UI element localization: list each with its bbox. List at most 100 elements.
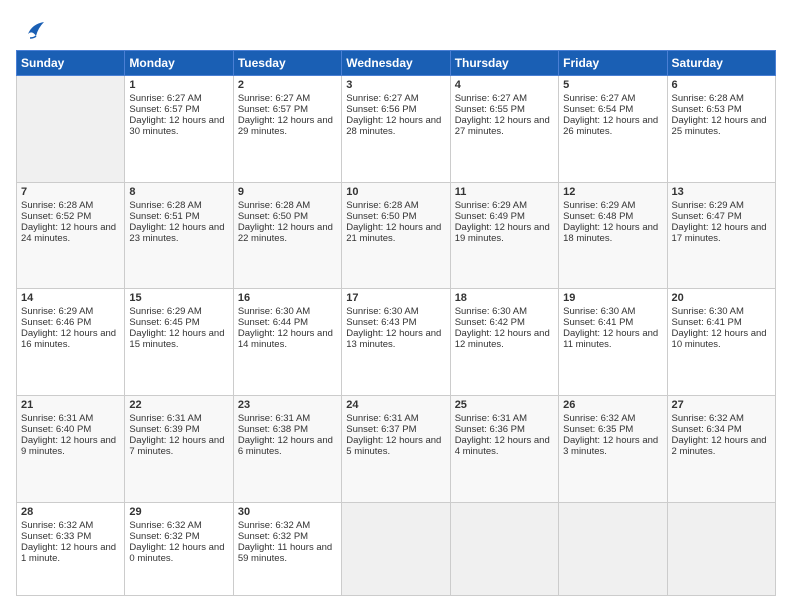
daylight-text: Daylight: 12 hours and 24 minutes. [21, 222, 120, 244]
daylight-text: Daylight: 12 hours and 14 minutes. [238, 328, 337, 350]
sunset-text: Sunset: 6:53 PM [672, 104, 771, 115]
sunrise-text: Sunrise: 6:27 AM [563, 93, 662, 104]
weekday-header: Saturday [667, 51, 775, 76]
daylight-text: Daylight: 12 hours and 19 minutes. [455, 222, 554, 244]
calendar-cell: 23Sunrise: 6:31 AMSunset: 6:38 PMDayligh… [233, 395, 341, 502]
daylight-text: Daylight: 12 hours and 6 minutes. [238, 435, 337, 457]
sunrise-text: Sunrise: 6:28 AM [21, 200, 120, 211]
sunrise-text: Sunrise: 6:32 AM [672, 413, 771, 424]
sunrise-text: Sunrise: 6:31 AM [129, 413, 228, 424]
sunset-text: Sunset: 6:50 PM [346, 211, 445, 222]
sunrise-text: Sunrise: 6:30 AM [346, 306, 445, 317]
calendar-cell: 19Sunrise: 6:30 AMSunset: 6:41 PMDayligh… [559, 289, 667, 396]
calendar-cell: 24Sunrise: 6:31 AMSunset: 6:37 PMDayligh… [342, 395, 450, 502]
calendar-cell: 1Sunrise: 6:27 AMSunset: 6:57 PMDaylight… [125, 76, 233, 183]
day-number: 11 [455, 186, 554, 198]
calendar-cell [667, 502, 775, 595]
sunset-text: Sunset: 6:57 PM [238, 104, 337, 115]
logo [16, 16, 46, 40]
calendar-cell: 27 Sunrise: 6:32 AMSunset: 6:34 PMDayligh… [667, 395, 775, 502]
calendar-cell [342, 502, 450, 595]
day-number: 23 [238, 399, 337, 411]
weekday-header: Tuesday [233, 51, 341, 76]
calendar-cell: 29Sunrise: 6:32 AMSunset: 6:32 PMDayligh… [125, 502, 233, 595]
calendar-cell: 21Sunrise: 6:31 AMSunset: 6:40 PMDayligh… [17, 395, 125, 502]
sunset-text: Sunset: 6:36 PM [455, 424, 554, 435]
calendar-cell: 5Sunrise: 6:27 AMSunset: 6:54 PMDaylight… [559, 76, 667, 183]
sunrise-text: Sunrise: 6:29 AM [455, 200, 554, 211]
sunset-text: Sunset: 6:32 PM [129, 531, 228, 542]
sunrise-text: Sunrise: 6:29 AM [672, 200, 771, 211]
sunset-text: Sunset: 6:45 PM [129, 317, 228, 328]
day-number: 5 [563, 79, 662, 91]
calendar-cell: 3Sunrise: 6:27 AMSunset: 6:56 PMDaylight… [342, 76, 450, 183]
sunset-text: Sunset: 6:52 PM [21, 211, 120, 222]
day-number: 25 [455, 399, 554, 411]
daylight-text: Daylight: 12 hours and 16 minutes. [21, 328, 120, 350]
daylight-text: Daylight: 12 hours and 29 minutes. [238, 115, 337, 137]
sunset-text: Sunset: 6:34 PM [672, 424, 771, 435]
sunset-text: Sunset: 6:46 PM [21, 317, 120, 328]
day-number: 27 [672, 399, 771, 411]
sunset-text: Sunset: 6:32 PM [238, 531, 337, 542]
sunrise-text: Sunrise: 6:32 AM [129, 520, 228, 531]
sunset-text: Sunset: 6:44 PM [238, 317, 337, 328]
day-number: 12 [563, 186, 662, 198]
sunset-text: Sunset: 6:55 PM [455, 104, 554, 115]
sunset-text: Sunset: 6:56 PM [346, 104, 445, 115]
day-number: 14 [21, 292, 120, 304]
sunset-text: Sunset: 6:37 PM [346, 424, 445, 435]
sunrise-text: Sunrise: 6:29 AM [129, 306, 228, 317]
sunrise-text: Sunrise: 6:30 AM [455, 306, 554, 317]
calendar-cell: 22Sunrise: 6:31 AMSunset: 6:39 PMDayligh… [125, 395, 233, 502]
page: SundayMondayTuesdayWednesdayThursdayFrid… [0, 0, 792, 612]
day-number: 1 [129, 79, 228, 91]
sunset-text: Sunset: 6:42 PM [455, 317, 554, 328]
day-number: 19 [563, 292, 662, 304]
daylight-text: Daylight: 12 hours and 2 minutes. [672, 435, 771, 457]
calendar-cell [17, 76, 125, 183]
day-number: 29 [129, 506, 228, 518]
calendar-cell: 16Sunrise: 6:30 AMSunset: 6:44 PMDayligh… [233, 289, 341, 396]
day-number: 8 [129, 186, 228, 198]
daylight-text: Daylight: 12 hours and 21 minutes. [346, 222, 445, 244]
calendar-cell [559, 502, 667, 595]
sunset-text: Sunset: 6:41 PM [672, 317, 771, 328]
day-number: 15 [129, 292, 228, 304]
calendar-cell: 20Sunrise: 6:30 AMSunset: 6:41 PMDayligh… [667, 289, 775, 396]
weekday-header: Thursday [450, 51, 558, 76]
day-number: 30 [238, 506, 337, 518]
daylight-text: Daylight: 12 hours and 28 minutes. [346, 115, 445, 137]
sunset-text: Sunset: 6:35 PM [563, 424, 662, 435]
daylight-text: Daylight: 12 hours and 18 minutes. [563, 222, 662, 244]
calendar-cell: 2Sunrise: 6:27 AMSunset: 6:57 PMDaylight… [233, 76, 341, 183]
day-number: 20 [672, 292, 771, 304]
day-number: 9 [238, 186, 337, 198]
sunrise-text: Sunrise: 6:31 AM [346, 413, 445, 424]
sunset-text: Sunset: 6:57 PM [129, 104, 228, 115]
sunset-text: Sunset: 6:50 PM [238, 211, 337, 222]
calendar-cell: 7Sunrise: 6:28 AMSunset: 6:52 PMDaylight… [17, 182, 125, 289]
sunrise-text: Sunrise: 6:30 AM [672, 306, 771, 317]
calendar-cell: 11Sunrise: 6:29 AMSunset: 6:49 PMDayligh… [450, 182, 558, 289]
sunrise-text: Sunrise: 6:32 AM [238, 520, 337, 531]
weekday-header: Sunday [17, 51, 125, 76]
sunrise-text: Sunrise: 6:31 AM [238, 413, 337, 424]
day-number: 6 [672, 79, 771, 91]
day-number: 10 [346, 186, 445, 198]
sunset-text: Sunset: 6:51 PM [129, 211, 228, 222]
sunrise-text: Sunrise: 6:31 AM [21, 413, 120, 424]
sunrise-text: Sunrise: 6:30 AM [563, 306, 662, 317]
day-number: 4 [455, 79, 554, 91]
calendar-cell: 17Sunrise: 6:30 AMSunset: 6:43 PMDayligh… [342, 289, 450, 396]
sunset-text: Sunset: 6:41 PM [563, 317, 662, 328]
calendar-cell: 8Sunrise: 6:28 AMSunset: 6:51 PMDaylight… [125, 182, 233, 289]
daylight-text: Daylight: 12 hours and 23 minutes. [129, 222, 228, 244]
day-number: 3 [346, 79, 445, 91]
sunset-text: Sunset: 6:40 PM [21, 424, 120, 435]
daylight-text: Daylight: 11 hours and 59 minutes. [238, 542, 337, 564]
sunrise-text: Sunrise: 6:32 AM [563, 413, 662, 424]
weekday-header: Friday [559, 51, 667, 76]
daylight-text: Daylight: 12 hours and 22 minutes. [238, 222, 337, 244]
day-number: 22 [129, 399, 228, 411]
